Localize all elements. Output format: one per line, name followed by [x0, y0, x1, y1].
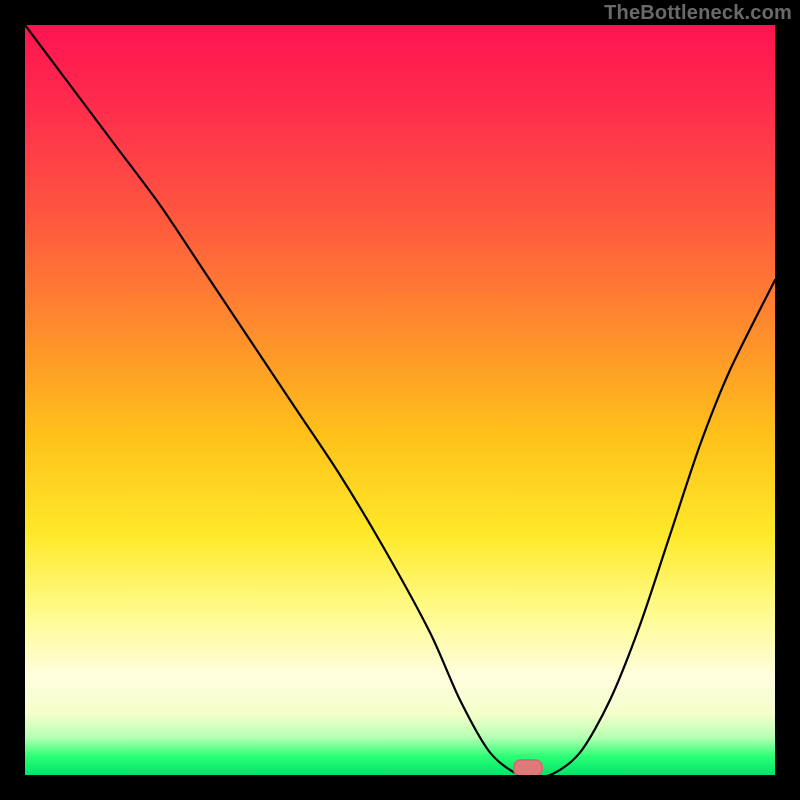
watermark-text: TheBottleneck.com: [604, 2, 792, 25]
optimum-marker: [513, 759, 543, 776]
curve-svg: [25, 25, 775, 775]
chart-frame: TheBottleneck.com: [0, 0, 800, 800]
bottleneck-curve: [25, 25, 775, 775]
plot-area: [25, 25, 775, 775]
